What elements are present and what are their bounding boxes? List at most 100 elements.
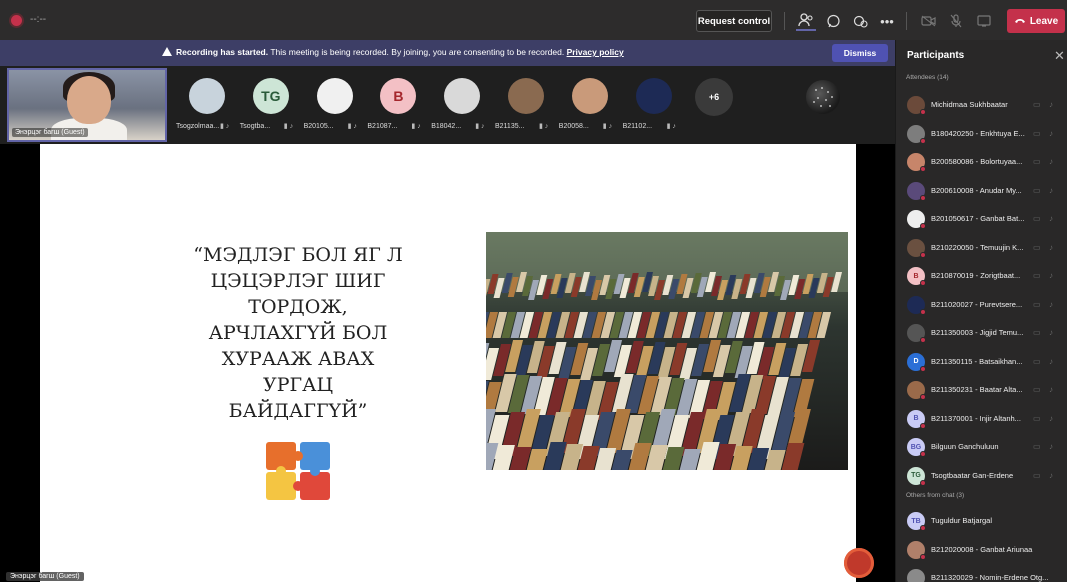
participant-name: B210870019 - Zorigtbaat... [931, 271, 1021, 280]
reactions-icon[interactable] [850, 11, 870, 31]
self-video-tile[interactable]: Энэрцэг багш (Guest) [7, 68, 167, 142]
participant-name: Bilguun Ganchuluun [931, 442, 999, 451]
meeting-toolbar: --:-- Request control ••• Leave [0, 0, 1067, 40]
presenter-avatar[interactable] [844, 548, 874, 578]
guest-status-badge [920, 451, 926, 457]
attendees-section-header[interactable]: Attendees (14) [906, 74, 949, 81]
mic-off-icon[interactable] [946, 11, 966, 31]
participants-icon[interactable] [796, 11, 816, 31]
quote-line: “МЭДЛЭГ БОЛ ЯГ Л [193, 244, 403, 266]
more-options-icon[interactable]: ••• [877, 11, 897, 31]
guest-status-badge [920, 308, 926, 315]
camera-off-icon: ▭ [1033, 185, 1041, 195]
strip-participant[interactable]: B21135... ▮ ♪ [495, 76, 555, 142]
participant-name: B210220050 - Temuujin K... [931, 242, 1024, 252]
guest-status-badge [920, 251, 926, 258]
guest-status-badge [920, 553, 926, 560]
strip-participant[interactable]: B20105... ▮ ♪ [304, 76, 364, 142]
camera-off-icon: ▭ [1033, 299, 1041, 309]
participant-row[interactable]: B B210870019 - Zorigtbaat... ▭ ♪ [896, 263, 1067, 291]
mic-muted-icon: ♪ [1049, 470, 1053, 480]
teams-meeting-window: --:-- Request control ••• Leave Recordin… [0, 0, 1067, 582]
participant-row[interactable]: B211020027 - Purevtsere... ▭ ♪ [896, 292, 1067, 320]
participant-name: B212020008 - Ganbat Ariunaa [931, 544, 1033, 554]
participant-row[interactable]: B200610008 - Anudar My... ▭ ♪ [896, 178, 1067, 206]
camera-off-icon: ▭ [1033, 214, 1041, 223]
share-screen-icon[interactable] [974, 11, 994, 31]
participant-avatar [907, 569, 925, 582]
participant-name: B201050617 - Ganbat Bat... [931, 214, 1025, 223]
quote-line: АРЧЛАХГҮЙ БОЛ [208, 322, 388, 344]
participant-name: Tsogtba... [239, 123, 271, 130]
participant-name: Tsogtbaatar Gan-Erdene [931, 470, 1014, 480]
others-section-header[interactable]: Others from chat (3) [906, 492, 964, 499]
participant-name: B21102... [622, 123, 653, 130]
participant-row[interactable]: B210220050 - Temuujin K... ▭ ♪ [896, 235, 1067, 263]
participant-row[interactable]: B212020008 - Ganbat Ariunaa [896, 537, 1067, 565]
participant-name: Tsogzolmaa... [176, 123, 220, 130]
participant-row[interactable]: TG Tsogtbaatar Gan-Erdene ▭ ♪ [896, 463, 1067, 491]
participant-strip: Энэрцэг багш (Guest) Tsogzolmaa... ▮ ♪ TG T… [0, 66, 895, 144]
participant-row[interactable]: B B211370001 - Injir Altanh... ▭ ♪ [896, 406, 1067, 434]
participant-avatar [571, 78, 608, 114]
participant-row[interactable]: BG Bilguun Ganchuluun ▭ ♪ [896, 434, 1067, 462]
chat-icon[interactable] [823, 11, 843, 31]
strip-participant[interactable]: TG Tsogtba... ▮ ♪ [240, 76, 300, 142]
leave-button[interactable]: Leave [1007, 9, 1065, 33]
camera-off-icon: ▭ [1033, 271, 1041, 280]
strip-participant[interactable]: B18042... ▮ ♪ [431, 76, 491, 142]
slide-quote: “МЭДЛЭГ БОЛ ЯГ Л ЦЭЦЭРЛЭГ ШИГ ТОРДОЖ, АР… [158, 242, 438, 424]
mic-muted-icon: ▮ ♪ [475, 123, 485, 130]
participant-name: B211350003 - Jigjid Temu... [931, 328, 1024, 337]
camera-off-icon: ▭ [1033, 413, 1041, 423]
close-icon[interactable]: ✕ [1054, 48, 1065, 64]
privacy-policy-link[interactable]: Privacy policy [567, 47, 624, 57]
camera-off-icon: ▭ [1033, 128, 1041, 138]
participant-row[interactable]: B211350003 - Jigjid Temu... ▭ ♪ [896, 320, 1067, 348]
request-control-button[interactable]: Request control [696, 10, 772, 32]
camera-off-icon: ▭ [1033, 328, 1041, 337]
mic-muted-icon: ♪ [1049, 157, 1053, 166]
strip-participant[interactable]: Tsogzolmaa... ▮ ♪ [176, 76, 236, 142]
mic-muted-icon: ▮ ♪ [283, 123, 294, 130]
participant-row[interactable]: D B211350115 - Batsaikhan... ▭ ♪ [896, 349, 1067, 377]
participant-row[interactable]: B211320029 - Nomin-Erdene Otg... [896, 565, 1067, 582]
participant-row[interactable]: B211350231 - Baatar Alta... ▭ ♪ [896, 377, 1067, 405]
mic-muted-icon: ▮ ♪ [220, 123, 230, 130]
participant-name: B211370001 - Injir Altanh... [931, 413, 1021, 423]
strip-participant[interactable]: B B21087... ▮ ♪ [367, 76, 427, 142]
more-participants-badge[interactable]: +6 [695, 78, 733, 116]
participant-name: B211320029 - Nomin-Erdene Otg... [931, 573, 1049, 582]
guest-status-badge [920, 479, 926, 486]
participant-avatar [508, 78, 544, 114]
participant-row[interactable]: TB Tuguldur Batjargal [896, 508, 1067, 536]
participant-name: B21135... [495, 123, 525, 130]
presenter-name-label: Энэрцэг багш (Guest) [6, 572, 84, 581]
participant-row[interactable]: B200580086 - Bolortuyaa... ▭ ♪ [896, 149, 1067, 177]
meeting-timer: --:-- [30, 14, 47, 25]
books-photo [486, 232, 848, 470]
warning-icon [162, 47, 172, 56]
participant-avatar [316, 78, 353, 114]
guest-status-badge [920, 137, 926, 144]
mic-muted-icon: ▮ ♪ [539, 123, 549, 130]
mic-muted-icon: ♪ [1049, 214, 1053, 223]
participant-avatar[interactable] [806, 80, 840, 114]
quote-line: ЦЭЦЭРЛЭГ ШИГ ТОРДОЖ, [210, 270, 386, 318]
presentation-slide: “МЭДЛЭГ БОЛ ЯГ Л ЦЭЦЭРЛЭГ ШИГ ТОРДОЖ, АР… [40, 144, 874, 582]
camera-off-icon[interactable] [918, 11, 938, 31]
dismiss-button[interactable]: Dismiss [832, 44, 888, 62]
camera-off-icon: ▭ [1033, 157, 1041, 166]
mic-muted-icon: ♪ [1049, 271, 1053, 280]
participant-name: B211020027 - Purevtsere... [931, 299, 1023, 309]
leave-label: Leave [1029, 15, 1059, 27]
quote-line: УРГАЦ [262, 374, 334, 396]
participant-row[interactable]: Michidmaa Sukhbaatar ▭ ♪ [896, 92, 1067, 120]
participant-row[interactable]: B201050617 - Ganbat Bat... ▭ ♪ [896, 206, 1067, 234]
strip-participant[interactable]: B21102... ▮ ♪ [623, 76, 683, 142]
mic-muted-icon: ♪ [1049, 299, 1053, 309]
strip-participant[interactable]: B20058... ▮ ♪ [559, 76, 619, 142]
participant-name: Tuguldur Batjargal [931, 516, 993, 525]
mic-muted-icon: ♪ [1049, 185, 1053, 195]
participant-row[interactable]: B180420250 - Enkhtuya E... ▭ ♪ [896, 121, 1067, 149]
